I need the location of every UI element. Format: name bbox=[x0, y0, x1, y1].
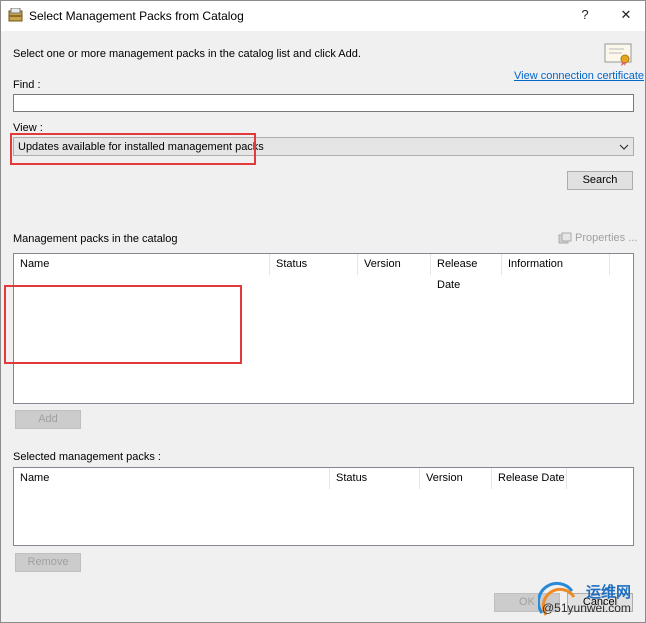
selected-label: Selected management packs : bbox=[13, 451, 161, 463]
watermark-text-cn: 运维网 bbox=[586, 584, 632, 601]
close-button[interactable]: ✕ bbox=[614, 4, 638, 26]
column-header-name[interactable]: Name bbox=[14, 468, 330, 489]
find-input[interactable] bbox=[13, 94, 634, 112]
search-button[interactable]: Search bbox=[567, 171, 633, 190]
properties-label: Properties ... bbox=[575, 232, 638, 244]
view-certificate-link[interactable]: View connection certificate bbox=[514, 70, 644, 82]
column-header-information[interactable]: Information bbox=[502, 254, 610, 275]
watermark-text-site: @51yunwei.com bbox=[542, 601, 631, 615]
help-button[interactable]: ? bbox=[573, 4, 597, 26]
catalog-icon bbox=[8, 7, 23, 22]
highlight-catalog-annotation bbox=[4, 285, 242, 364]
chevron-down-icon bbox=[619, 142, 629, 150]
column-header-version[interactable]: Version bbox=[420, 468, 492, 489]
column-header-status[interactable]: Status bbox=[330, 468, 420, 489]
column-header-name[interactable]: Name bbox=[14, 254, 270, 275]
find-label: Find : bbox=[13, 79, 41, 91]
title-bar: Select Management Packs from Catalog ? ✕ bbox=[1, 1, 645, 31]
column-header-release-date[interactable]: Release Date bbox=[492, 468, 567, 489]
remove-button[interactable]: Remove bbox=[15, 553, 81, 572]
catalog-label: Management packs in the catalog bbox=[13, 233, 178, 245]
watermark: 运维网 @51yunwei.com bbox=[536, 579, 642, 619]
instruction-text: Select one or more management packs in t… bbox=[13, 48, 361, 60]
highlight-view-annotation bbox=[10, 133, 256, 165]
window-title: Select Management Packs from Catalog bbox=[29, 9, 244, 23]
certificate-icon bbox=[604, 43, 634, 67]
column-header-status[interactable]: Status bbox=[270, 254, 358, 275]
column-header-release-date[interactable]: Release Date bbox=[431, 254, 502, 291]
selected-table[interactable]: Name Status Version Release Date bbox=[13, 467, 634, 546]
add-button[interactable]: Add bbox=[15, 410, 81, 429]
properties-icon bbox=[558, 232, 572, 244]
column-header-version[interactable]: Version bbox=[358, 254, 431, 275]
select-management-packs-dialog: Select Management Packs from Catalog ? ✕… bbox=[0, 0, 646, 623]
